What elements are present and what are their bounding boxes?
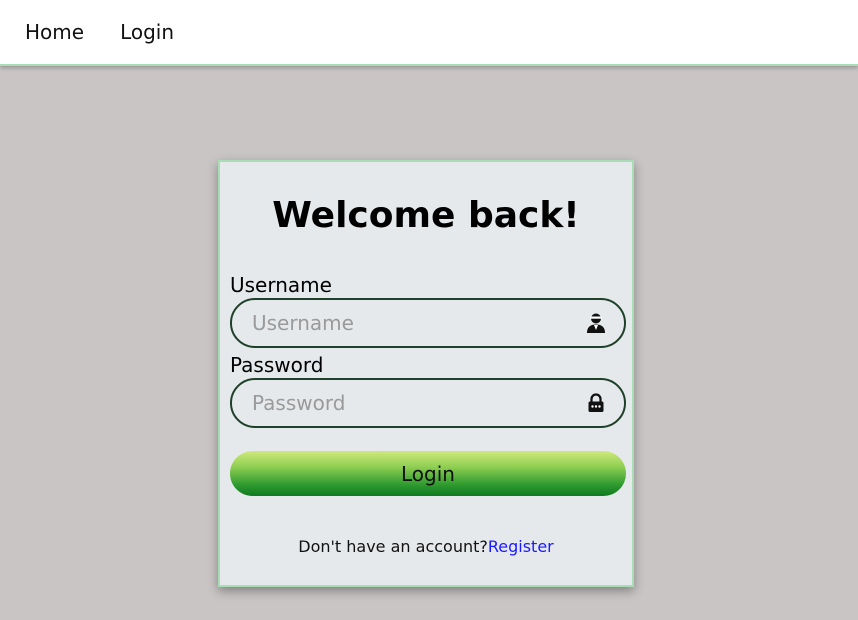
user-icon: [586, 312, 606, 334]
nav-login-link[interactable]: Login: [120, 22, 174, 42]
password-label: Password: [230, 353, 324, 377]
register-link[interactable]: Register: [488, 537, 554, 556]
password-input[interactable]: [252, 391, 572, 415]
username-input[interactable]: [252, 311, 572, 335]
lock-icon: [586, 392, 606, 414]
top-navbar: Home Login: [0, 0, 858, 66]
login-card: Welcome back! Username Password Login: [218, 160, 634, 587]
nav-home-link[interactable]: Home: [25, 22, 84, 42]
username-field-wrapper: [230, 298, 626, 348]
register-prompt: Don't have an account?Register: [220, 537, 632, 557]
username-label: Username: [230, 273, 332, 297]
page-title: Welcome back!: [272, 195, 580, 236]
password-field-wrapper: [230, 378, 626, 428]
login-button[interactable]: Login: [230, 451, 626, 496]
register-prompt-text: Don't have an account?: [298, 537, 488, 556]
